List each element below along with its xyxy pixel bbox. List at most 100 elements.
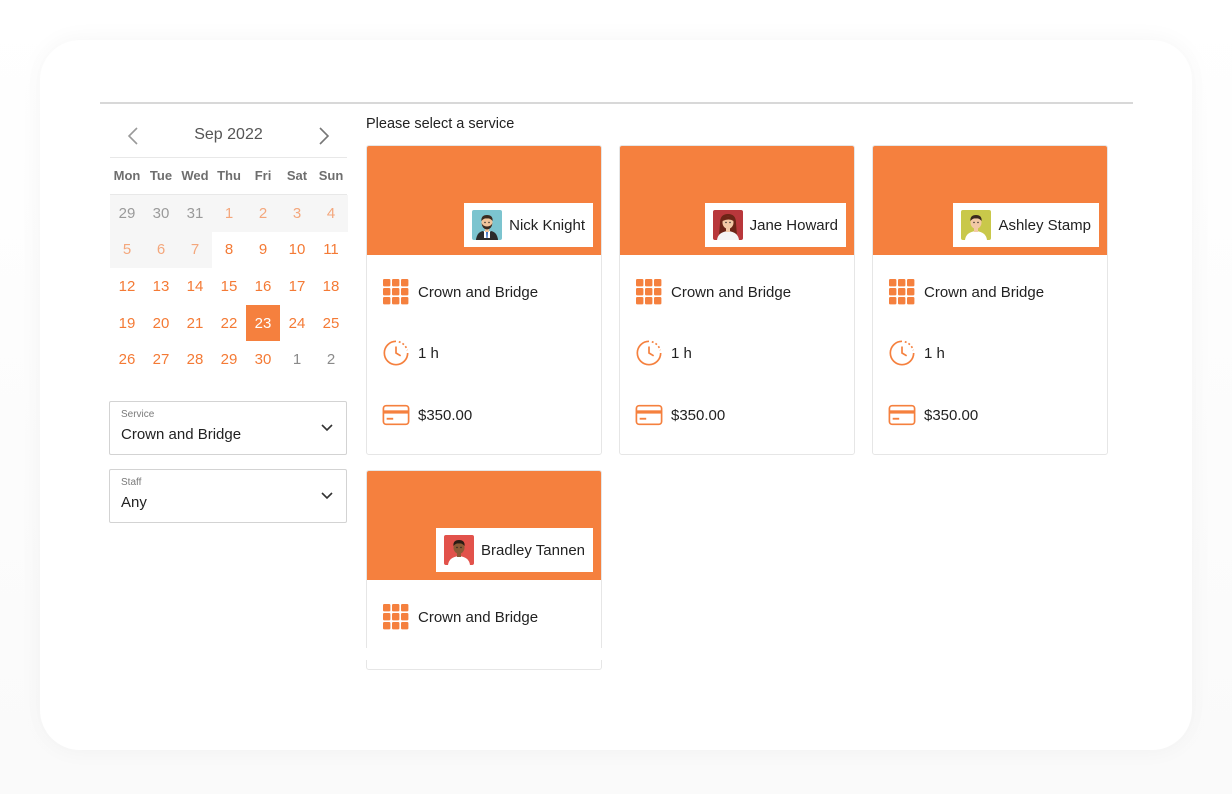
service-card[interactable]: Jane Howard Crown and Bridge 1 h $350.00 (619, 145, 855, 455)
calendar-day: 3 (280, 195, 314, 232)
duration: 1 h (671, 344, 692, 362)
service-row: Crown and Bridge (888, 278, 1044, 306)
calendar-day[interactable]: 11 (314, 232, 348, 269)
card-banner: Jane Howard (620, 146, 854, 255)
calendar-day-selected[interactable]: 23 (246, 304, 280, 342)
credit-card-icon (888, 401, 916, 429)
calendar-day[interactable]: 16 (246, 268, 280, 305)
calendar-day[interactable]: 29 (212, 341, 246, 378)
service-name: Crown and Bridge (418, 608, 539, 626)
avatar (444, 535, 475, 565)
service-card[interactable]: Nick Knight Crown and Bridge 1 h $350.00 (366, 145, 602, 455)
staff-select-label: Staff (121, 477, 142, 488)
staff-name: Ashley Stamp (998, 216, 1091, 234)
grid-icon (382, 278, 410, 306)
calendar-day[interactable]: 8 (212, 232, 246, 269)
chevron-down-icon (321, 424, 333, 432)
calendar-day[interactable]: 14 (178, 268, 212, 305)
service-select-value: Crown and Bridge (121, 426, 242, 443)
calendar-day[interactable]: 13 (144, 268, 178, 305)
calendar-days: 29 30 31 1 2 3 4 5 6 7 8 9 10 11 12 13 14 15 16 17 18 19 20 21 2… (110, 195, 348, 378)
staff-select-value: Any (121, 494, 147, 511)
service-name: Crown and Bridge (924, 283, 1045, 301)
grid-icon (635, 278, 663, 306)
calendar-day[interactable]: 12 (110, 268, 144, 305)
price-row: $350.00 (888, 401, 978, 429)
price-row: $350.00 (382, 401, 472, 429)
duration-row: 1 h (382, 339, 439, 367)
calendar-day[interactable]: 10 (280, 232, 314, 269)
service-card[interactable]: Bradley Tannen Crown and Bridge (366, 470, 602, 670)
clock-icon (382, 339, 410, 367)
calendar-day[interactable]: 28 (178, 341, 212, 378)
calendar-day[interactable]: 18 (314, 268, 348, 305)
chevron-down-icon (321, 492, 333, 500)
weekday-label: Sun (318, 168, 344, 183)
calendar-day: 1 (212, 195, 246, 232)
calendar-day: 30 (144, 195, 178, 232)
staff-select[interactable]: Staff Any (109, 469, 347, 523)
price: $350.00 (418, 406, 473, 424)
staff-tag: Jane Howard (704, 203, 846, 247)
weekday-label: Wed (181, 168, 209, 183)
duration-row: 1 h (888, 339, 945, 367)
calendar-day: 2 (246, 195, 280, 232)
staff-tag: Nick Knight (464, 203, 593, 247)
clock-icon (888, 339, 916, 367)
calendar-day[interactable]: 19 (110, 305, 144, 342)
price: $350.00 (671, 406, 726, 424)
calendar-day: 31 (178, 195, 212, 232)
calendar-day[interactable]: 30 (246, 341, 280, 378)
price-row: $350.00 (635, 401, 725, 429)
calendar-day[interactable]: 9 (246, 232, 280, 269)
service-row: Crown and Bridge (382, 603, 538, 631)
service-select[interactable]: Service Crown and Bridge (109, 401, 347, 455)
service-row: Crown and Bridge (635, 278, 791, 306)
grid-icon (888, 278, 916, 306)
card-banner: Bradley Tannen (367, 471, 601, 580)
weekday-label: Tue (149, 168, 173, 183)
calendar-day[interactable]: 20 (144, 305, 178, 342)
weekday-label: Thu (217, 168, 241, 183)
avatar (712, 210, 743, 240)
weekday-label: Fri (254, 168, 272, 183)
staff-name: Bradley Tannen (481, 541, 585, 559)
clock-icon (635, 339, 663, 367)
calendar-day[interactable]: 15 (212, 268, 246, 305)
service-select-label: Service (121, 409, 155, 420)
calendar-day[interactable]: 26 (110, 341, 144, 378)
weekday-label: Sat (286, 168, 308, 183)
price: $350.00 (924, 406, 979, 424)
service-card[interactable]: Ashley Stamp Crown and Bridge 1 h $350.00 (872, 145, 1108, 455)
calendar-day[interactable]: 22 (212, 305, 246, 342)
calendar-day: 29 (110, 195, 144, 232)
duration-row: 1 h (635, 339, 692, 367)
calendar-day[interactable]: 27 (144, 341, 178, 378)
divider (100, 102, 1133, 104)
chevron-right-icon (319, 127, 330, 145)
calendar-day: 2 (326, 351, 336, 369)
calendar: Sep 2022 Mon Tue Wed Thu Fri Sat Sun 29 3… (110, 115, 348, 378)
credit-card-icon (635, 401, 663, 429)
next-month-button[interactable] (311, 124, 335, 148)
service-name: Crown and Bridge (418, 283, 539, 301)
calendar-day[interactable]: 21 (178, 305, 212, 342)
service-row: Crown and Bridge (382, 278, 538, 306)
staff-name: Nick Knight (509, 216, 585, 234)
calendar-day: 4 (314, 195, 348, 232)
avatar (961, 210, 992, 240)
staff-name: Jane Howard (749, 216, 838, 234)
card-banner: Nick Knight (367, 146, 601, 255)
avatar (472, 210, 503, 240)
staff-tag: Ashley Stamp (953, 203, 1099, 247)
scroll-clip (360, 648, 620, 660)
calendar-day: 7 (178, 231, 212, 269)
calendar-day[interactable]: 25 (314, 305, 348, 342)
credit-card-icon (382, 401, 410, 429)
calendar-day: 6 (144, 231, 178, 269)
duration: 1 h (924, 344, 945, 362)
calendar-day[interactable]: 24 (280, 305, 314, 342)
staff-tag: Bradley Tannen (436, 528, 593, 572)
calendar-day[interactable]: 17 (280, 268, 314, 305)
weekday-header: Mon Tue Wed Thu Fri Sat Sun (110, 158, 347, 195)
